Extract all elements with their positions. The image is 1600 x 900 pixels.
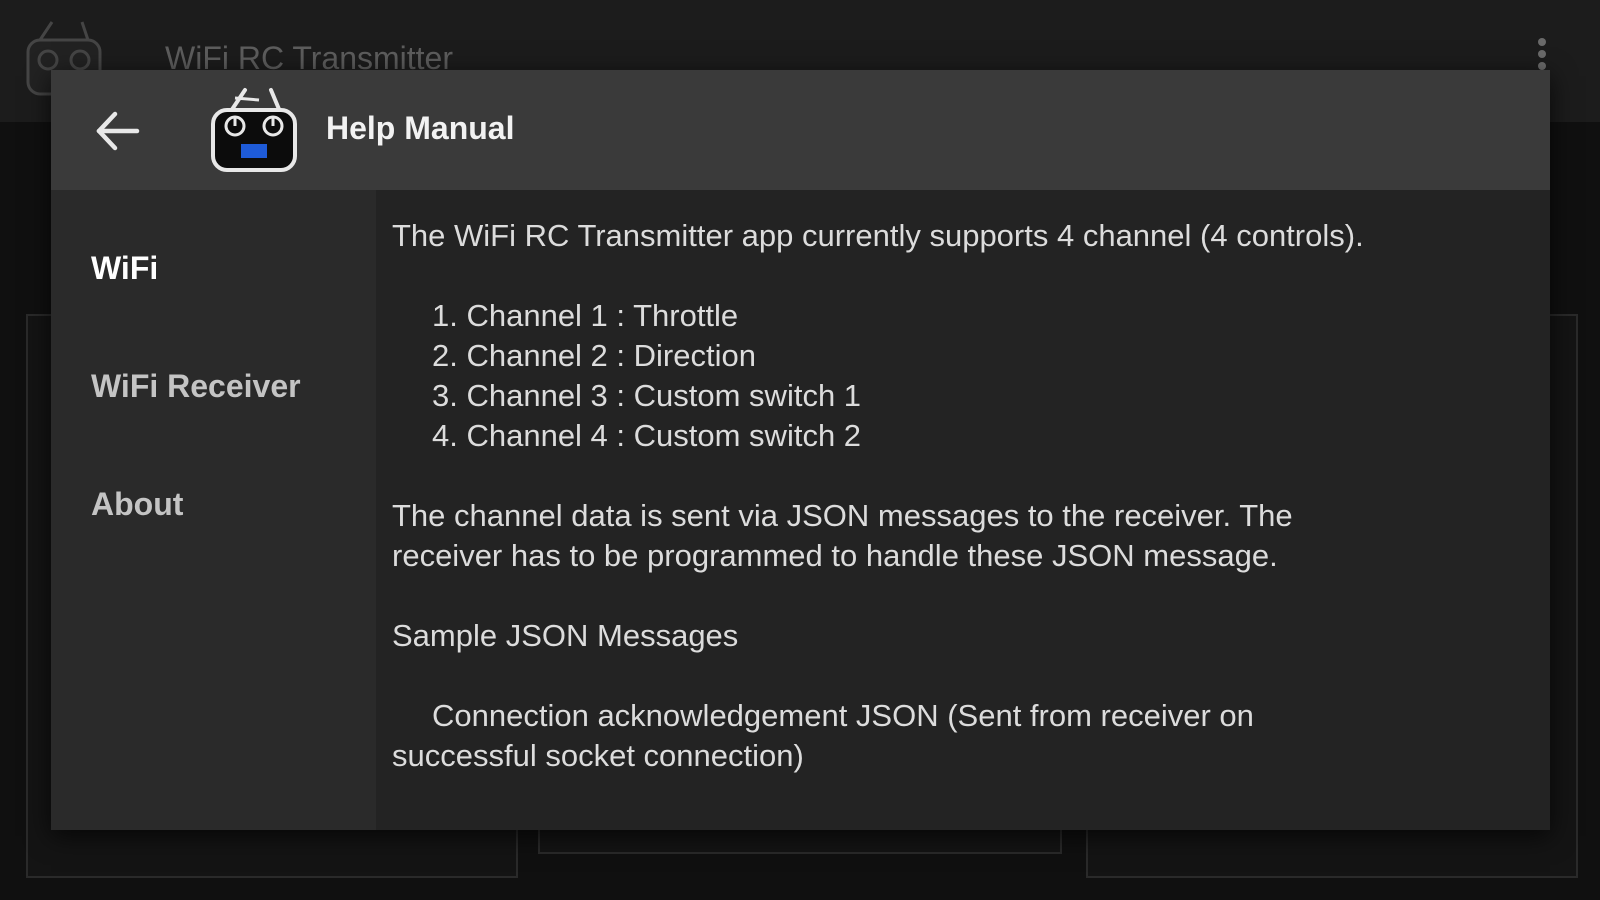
overflow-menu-icon[interactable] [1536, 38, 1548, 72]
help-sidebar: WiFi WiFi Receiver About [51, 190, 376, 830]
json-paragraph-line: receiver has to be programmed to handle … [392, 538, 1278, 573]
channel-list-item: 1. Channel 1 : Throttle [432, 298, 739, 333]
rc-transmitter-icon [211, 88, 297, 172]
help-manual-dialog: Help Manual WiFi WiFi Receiver About The… [51, 70, 1550, 830]
sample-json-heading: Sample JSON Messages [392, 618, 739, 653]
dialog-title: Help Manual [326, 110, 515, 146]
sidebar-item-wifi[interactable]: WiFi [91, 250, 158, 287]
channel-list-item: 4. Channel 4 : Custom switch 2 [432, 418, 862, 453]
json-paragraph-line: The channel data is sent via JSON messag… [392, 498, 1293, 533]
sidebar-item-wifi-receiver[interactable]: WiFi Receiver [91, 368, 301, 405]
ack-json-text: Connection acknowledgement JSON (Sent fr… [432, 698, 1254, 733]
ack-json-text: successful socket connection) [392, 738, 804, 773]
intro-text: The WiFi RC Transmitter app currently su… [392, 218, 1364, 253]
channel-list-item: 3. Channel 3 : Custom switch 1 [432, 378, 862, 413]
back-arrow-icon[interactable] [91, 104, 145, 158]
help-content[interactable]: The WiFi RC Transmitter app currently su… [376, 190, 1550, 830]
sidebar-item-about[interactable]: About [91, 486, 183, 523]
dialog-header: Help Manual [51, 70, 1550, 190]
channel-list-item: 2. Channel 2 : Direction [432, 338, 756, 373]
